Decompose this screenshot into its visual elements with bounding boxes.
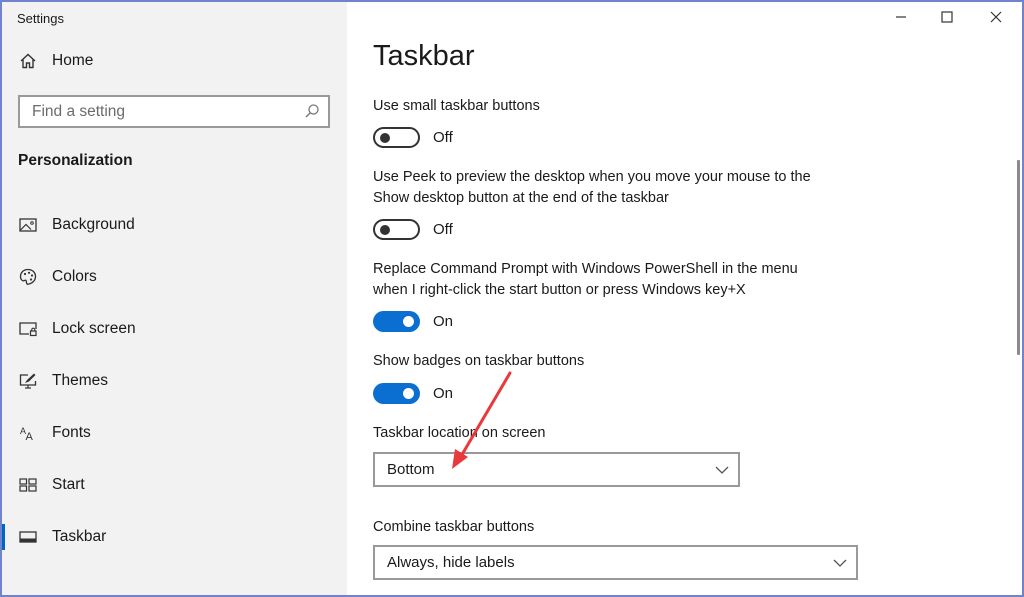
chevron-down-icon — [832, 556, 848, 568]
selected-indicator — [0, 524, 5, 550]
themes-icon — [18, 371, 38, 391]
lock-screen-icon — [18, 319, 38, 339]
search-box[interactable] — [18, 95, 330, 128]
taskbar-location-label: Taskbar location on screen — [373, 425, 546, 441]
search-icon[interactable] — [304, 103, 320, 119]
setting-label-small-buttons: Use small taskbar buttons — [373, 98, 540, 114]
toggle-knob — [380, 225, 390, 235]
close-icon — [990, 10, 1002, 28]
toggle-knob — [380, 133, 390, 143]
sidebar-item-label: Background — [52, 216, 135, 233]
sidebar-item-colors[interactable]: Colors — [0, 259, 347, 295]
app-title: Settings — [17, 11, 64, 26]
toggle-state-badges: On — [433, 385, 454, 402]
sidebar-item-label: Colors — [52, 268, 97, 285]
sidebar-item-label: Taskbar — [52, 528, 107, 545]
dropdown-value: Bottom — [387, 461, 435, 478]
section-heading: Personalization — [18, 152, 133, 169]
taskbar-location-dropdown[interactable]: Bottom — [373, 452, 740, 487]
sidebar-item-label: Themes — [52, 372, 108, 389]
maximize-button[interactable] — [924, 5, 970, 33]
start-icon — [18, 475, 38, 495]
setting-label-badges: Show badges on taskbar buttons — [373, 353, 585, 369]
scrollbar-thumb[interactable] — [1017, 160, 1020, 355]
sidebar-item-fonts[interactable]: AA Fonts — [0, 415, 347, 451]
sidebar-item-label: Start — [52, 476, 85, 493]
sidebar-item-themes[interactable]: Themes — [0, 363, 347, 399]
nav-home-label: Home — [52, 52, 94, 69]
setting-label-line: Replace Command Prompt with Windows Powe… — [373, 261, 798, 277]
toggle-state-small-buttons: Off — [433, 129, 453, 146]
nav-home[interactable]: Home — [0, 43, 347, 79]
combine-buttons-label: Combine taskbar buttons — [373, 519, 535, 535]
setting-label-line: when I right-click the start button or p… — [373, 282, 746, 298]
toggle-state-powershell: On — [433, 313, 454, 330]
setting-label-powershell: Replace Command Prompt with Windows Powe… — [373, 259, 843, 301]
sidebar: Settings Home Personalization Background… — [0, 0, 347, 597]
close-button[interactable] — [973, 5, 1019, 33]
chevron-down-icon — [714, 463, 730, 475]
toggle-badges[interactable] — [373, 383, 420, 404]
sidebar-item-start[interactable]: Start — [0, 467, 347, 503]
maximize-icon — [941, 10, 953, 28]
sidebar-item-taskbar[interactable]: Taskbar — [0, 519, 347, 555]
combine-buttons-dropdown[interactable]: Always, hide labels — [373, 545, 858, 580]
sidebar-item-label: Lock screen — [52, 320, 136, 337]
home-icon — [18, 51, 38, 71]
sidebar-item-label: Fonts — [52, 424, 91, 441]
dropdown-value: Always, hide labels — [387, 554, 515, 571]
page-title: Taskbar — [373, 40, 475, 72]
picture-icon — [18, 215, 38, 235]
minimize-button[interactable] — [878, 5, 924, 33]
setting-label-line: Use Peek to preview the desktop when you… — [373, 169, 811, 185]
toggle-peek[interactable] — [373, 219, 420, 240]
taskbar-icon — [18, 527, 38, 547]
sidebar-item-background[interactable]: Background — [0, 207, 347, 243]
svg-text:A: A — [26, 431, 34, 442]
search-input[interactable] — [20, 97, 302, 126]
toggle-knob — [403, 316, 414, 327]
palette-icon — [18, 267, 38, 287]
sidebar-item-lock-screen[interactable]: Lock screen — [0, 311, 347, 347]
toggle-powershell[interactable] — [373, 311, 420, 332]
fonts-icon: AA — [18, 423, 38, 443]
setting-label-line: Show desktop button at the end of the ta… — [373, 190, 669, 206]
toggle-small-buttons[interactable] — [373, 127, 420, 148]
toggle-knob — [403, 388, 414, 399]
minimize-icon — [895, 10, 907, 28]
toggle-state-peek: Off — [433, 221, 453, 238]
setting-label-peek: Use Peek to preview the desktop when you… — [373, 167, 843, 209]
